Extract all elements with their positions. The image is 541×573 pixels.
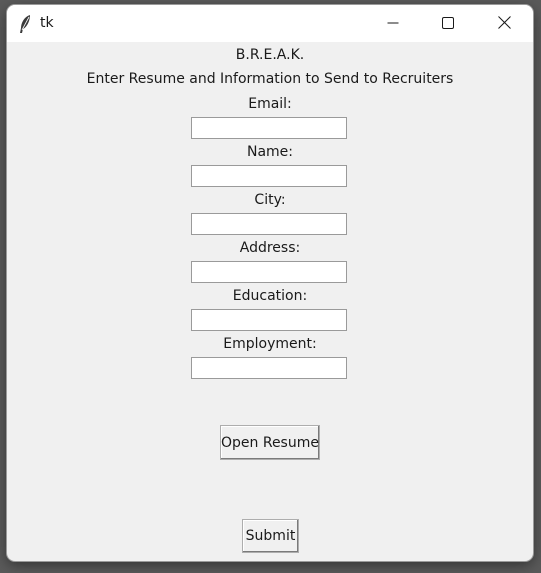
education-field[interactable]	[191, 309, 347, 331]
address-label: Address:	[239, 240, 301, 256]
title-bar[interactable]: tk	[7, 5, 533, 42]
app-window: tk B.R.E.A.K. Enter Resume and Informati…	[7, 5, 533, 561]
app-heading: B.R.E.A.K.	[235, 47, 305, 63]
employment-field[interactable]	[191, 357, 347, 379]
minimize-button[interactable]	[370, 5, 416, 42]
window-title: tk	[40, 15, 54, 31]
close-icon	[497, 14, 511, 33]
city-field[interactable]	[191, 213, 347, 235]
city-label: City:	[254, 192, 286, 208]
education-label: Education:	[232, 288, 308, 304]
name-label: Name:	[246, 144, 294, 160]
maximize-icon	[442, 14, 454, 33]
employment-label: Employment:	[223, 336, 317, 352]
feather-icon	[18, 14, 32, 34]
open-resume-button[interactable]: Open Resume	[220, 425, 320, 460]
maximize-button[interactable]	[425, 5, 471, 42]
app-subtitle: Enter Resume and Information to Send to …	[86, 71, 454, 87]
address-field[interactable]	[191, 261, 347, 283]
submit-button[interactable]: Submit	[242, 519, 299, 553]
email-field[interactable]	[191, 117, 347, 139]
minimize-icon	[387, 14, 399, 33]
close-button[interactable]	[481, 5, 527, 42]
name-field[interactable]	[191, 165, 347, 187]
email-label: Email:	[248, 96, 292, 112]
